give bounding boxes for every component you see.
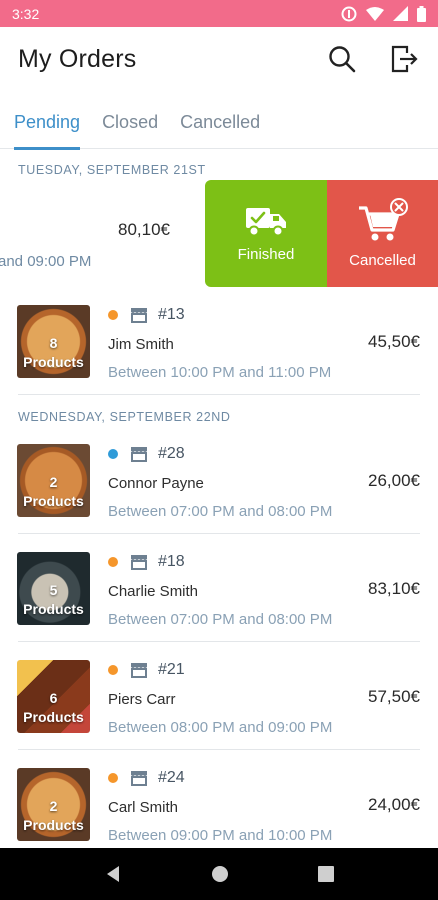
finished-action-button[interactable]: Finished — [205, 180, 327, 287]
app-bar: My Orders — [0, 27, 438, 91]
cancelled-action-button[interactable]: Cancelled — [327, 180, 438, 287]
product-count: 8 — [49, 335, 58, 351]
products-label: Products — [23, 493, 84, 509]
product-count: 6 — [49, 690, 58, 706]
order-row[interactable]: 6 Products #21 Piers Carr Between 08:00 … — [0, 643, 438, 750]
order-thumbnail: 5 Products — [17, 552, 90, 625]
recents-icon[interactable] — [317, 865, 335, 883]
signal-icon — [393, 6, 408, 21]
logout-icon — [391, 45, 418, 73]
customer-name: Jim Smith — [108, 336, 174, 353]
order-price: 45,50€ — [368, 332, 420, 351]
order-thumbnail: 2 Products — [17, 444, 90, 517]
order-number: #13 — [158, 306, 185, 323]
order-thumbnail: 2 Products — [17, 768, 90, 841]
order-price: 80,10€ — [118, 220, 170, 239]
order-tabs: Pending Closed Cancelled — [0, 99, 438, 150]
order-price: 57,50€ — [368, 687, 420, 706]
status-dot — [108, 557, 118, 567]
order-thumbnail: 6 Products — [17, 660, 90, 733]
battery-icon — [417, 5, 426, 22]
order-meta: #28 — [108, 445, 185, 463]
store-icon — [130, 770, 148, 786]
logout-button[interactable] — [388, 43, 420, 75]
order-meta: #13 — [108, 306, 185, 324]
customer-name: Carl Smith — [108, 799, 179, 816]
customer-name: Piers Carr — [108, 691, 176, 708]
app-actions — [326, 43, 420, 75]
order-meta: #18 — [108, 553, 185, 571]
delivery-window: Between 10:00 PM and 11:00 PM — [108, 364, 332, 381]
store-icon — [130, 554, 148, 570]
status-dot — [108, 665, 118, 675]
swiped-order-row[interactable]: 80,10€ and 09:00 PM Finished Cancelled — [0, 180, 438, 287]
order-row[interactable]: 2 Products #24 Carl Smith Between 09:00 … — [0, 751, 438, 858]
search-button[interactable] — [326, 43, 358, 75]
delivery-window: Between 07:00 PM and 08:00 PM — [108, 611, 333, 628]
order-row[interactable]: 5 Products #18 Charlie Smith Between 07:… — [0, 535, 438, 642]
status-dot — [108, 310, 118, 320]
section-date-header: WEDNESDAY, SEPTEMBER 22ND — [18, 410, 231, 424]
status-bar: 3:32 — [0, 0, 438, 27]
tab-cancelled[interactable]: Cancelled — [180, 99, 260, 149]
products-label: Products — [23, 709, 84, 725]
tab-pending[interactable]: Pending — [14, 99, 81, 150]
products-label: Products — [23, 601, 84, 617]
order-thumbnail: 8 Products — [17, 305, 90, 378]
delivery-window: Between 08:00 PM and 09:00 PM — [108, 719, 333, 736]
cart-cancel-icon — [358, 198, 408, 241]
product-count: 5 — [49, 582, 58, 598]
order-price: 83,10€ — [368, 579, 420, 598]
delivery-window: Between 09:00 PM and 10:00 PM — [108, 827, 333, 844]
order-number: #18 — [158, 553, 185, 570]
data-saver-icon — [341, 6, 357, 21]
status-dot — [108, 773, 118, 783]
customer-name: Charlie Smith — [108, 583, 199, 600]
order-row[interactable]: 2 Products #28 Connor Payne Between 07:0… — [0, 427, 438, 534]
delivery-window: Between 07:00 PM and 08:00 PM — [108, 503, 333, 520]
order-time: and 09:00 PM — [0, 253, 92, 270]
order-row[interactable]: 8 Products #13 Jim Smith Between 10:00 P… — [0, 288, 438, 395]
row-divider — [18, 641, 420, 642]
system-nav-bar — [0, 848, 438, 900]
tab-closed[interactable]: Closed — [102, 99, 158, 149]
section-date-header: TUESDAY, SEPTEMBER 21ST — [18, 163, 206, 177]
customer-name: Connor Payne — [108, 475, 204, 492]
search-icon — [329, 46, 356, 73]
products-label: Products — [23, 354, 84, 370]
order-number: #21 — [158, 661, 185, 678]
store-icon — [130, 307, 148, 323]
status-time: 3:32 — [12, 5, 40, 22]
page-title: My Orders — [18, 44, 137, 73]
order-price: 24,00€ — [368, 795, 420, 814]
swiped-order-content[interactable]: 80,10€ and 09:00 PM — [0, 180, 205, 287]
order-number: #28 — [158, 445, 185, 462]
row-divider — [18, 749, 420, 750]
order-meta: #24 — [108, 769, 185, 787]
row-divider — [18, 394, 420, 395]
order-price: 26,00€ — [368, 471, 420, 490]
finished-label: Finished — [237, 246, 295, 263]
back-icon[interactable] — [103, 864, 123, 884]
order-meta: #21 — [108, 661, 185, 679]
status-icons — [341, 5, 426, 22]
store-icon — [130, 662, 148, 678]
status-dot — [108, 449, 118, 459]
order-number: #24 — [158, 769, 185, 786]
home-icon[interactable] — [210, 864, 230, 884]
delivery-truck-icon — [246, 208, 286, 237]
wifi-icon — [366, 6, 384, 21]
product-count: 2 — [49, 798, 58, 814]
store-icon — [130, 446, 148, 462]
row-divider — [18, 533, 420, 534]
product-count: 2 — [49, 474, 58, 490]
cancelled-label: Cancelled — [349, 252, 416, 269]
products-label: Products — [23, 817, 84, 833]
